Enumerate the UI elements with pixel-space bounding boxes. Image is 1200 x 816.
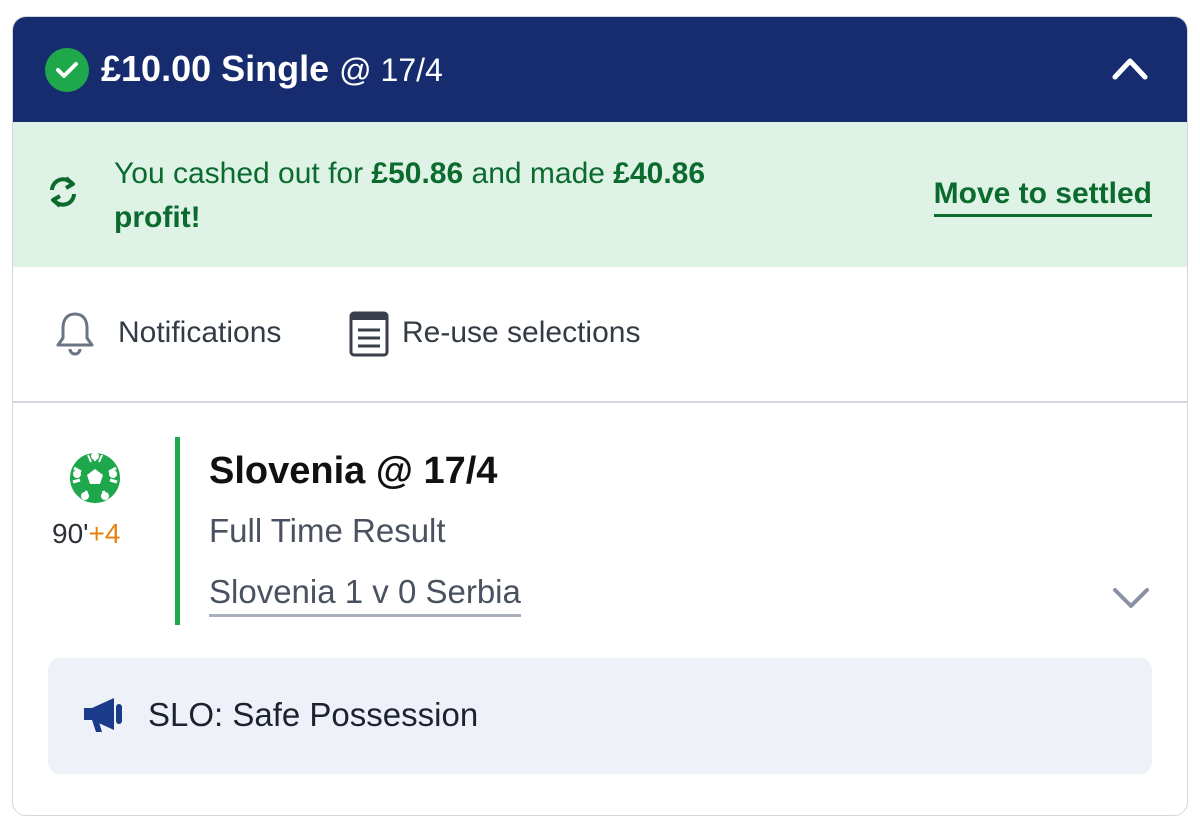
event-link[interactable]: Slovenia 1 v 0 Serbia xyxy=(209,572,521,617)
market-name: Full Time Result xyxy=(209,512,446,549)
cashout-suffix: profit! xyxy=(114,201,201,234)
selection-name: Slovenia @ 17/4 xyxy=(209,450,498,492)
bet-header[interactable]: £10.00 Single @ 17/4 xyxy=(13,17,1187,123)
bet-odds: @ 17/4 xyxy=(339,52,443,88)
match-minute: 90' xyxy=(52,518,89,549)
cashout-middle: and made xyxy=(463,157,614,190)
bell-icon[interactable] xyxy=(54,310,96,361)
chevron-up-icon[interactable] xyxy=(1111,55,1149,86)
move-to-settled-link[interactable]: Move to settled xyxy=(933,176,1152,217)
check-icon xyxy=(45,48,89,92)
info-text: SLO: Safe Possession xyxy=(148,696,479,733)
cashout-amount: £50.86 xyxy=(371,157,464,190)
bet-title: £10.00 Single @ 17/4 xyxy=(101,47,443,92)
notifications-button[interactable]: Notifications xyxy=(118,316,281,350)
cash-out-icon xyxy=(46,172,80,217)
reuse-selections-button[interactable]: Re-use selections xyxy=(402,316,640,350)
profit-amount: £40.86 xyxy=(613,157,706,190)
document-icon[interactable] xyxy=(348,310,390,363)
match-clock: 90'+4 xyxy=(52,518,120,550)
cashout-message: You cashed out for £50.86 and made £40.8… xyxy=(114,152,814,240)
megaphone-icon xyxy=(80,694,128,743)
chevron-down-icon[interactable] xyxy=(1112,586,1150,615)
added-time: +4 xyxy=(88,518,121,549)
football-icon xyxy=(69,452,121,509)
cashout-prefix: You cashed out for xyxy=(114,157,372,190)
bet-stake: £10.00 Single xyxy=(101,48,330,89)
status-bar xyxy=(175,437,180,625)
